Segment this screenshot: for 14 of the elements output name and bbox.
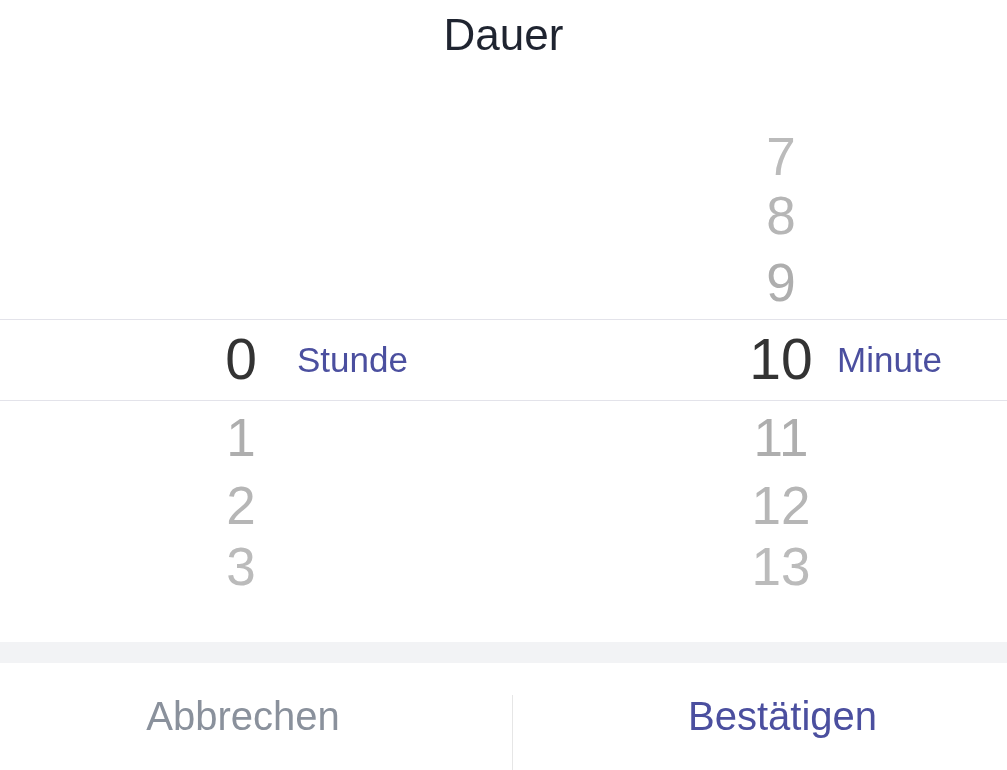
unit-label: Stunde [296,342,408,378]
picker-number[interactable]: 7 [766,129,796,183]
dialog-title: Dauer [443,12,564,57]
unit-label: Minute [836,342,943,378]
picker-number[interactable]: 2 [226,479,256,533]
picker-number[interactable]: 8 [766,188,796,242]
picker-number[interactable]: 13 [751,539,811,593]
picker-number[interactable]: 12 [751,479,811,533]
picker-number[interactable]: 3 [226,539,256,593]
picker-number[interactable]: 0 [225,331,257,389]
picker-number[interactable]: 10 [749,331,813,389]
picker-number[interactable]: 1 [226,411,256,465]
picker-number[interactable]: 9 [766,255,796,309]
picker-number[interactable]: 11 [753,411,809,465]
